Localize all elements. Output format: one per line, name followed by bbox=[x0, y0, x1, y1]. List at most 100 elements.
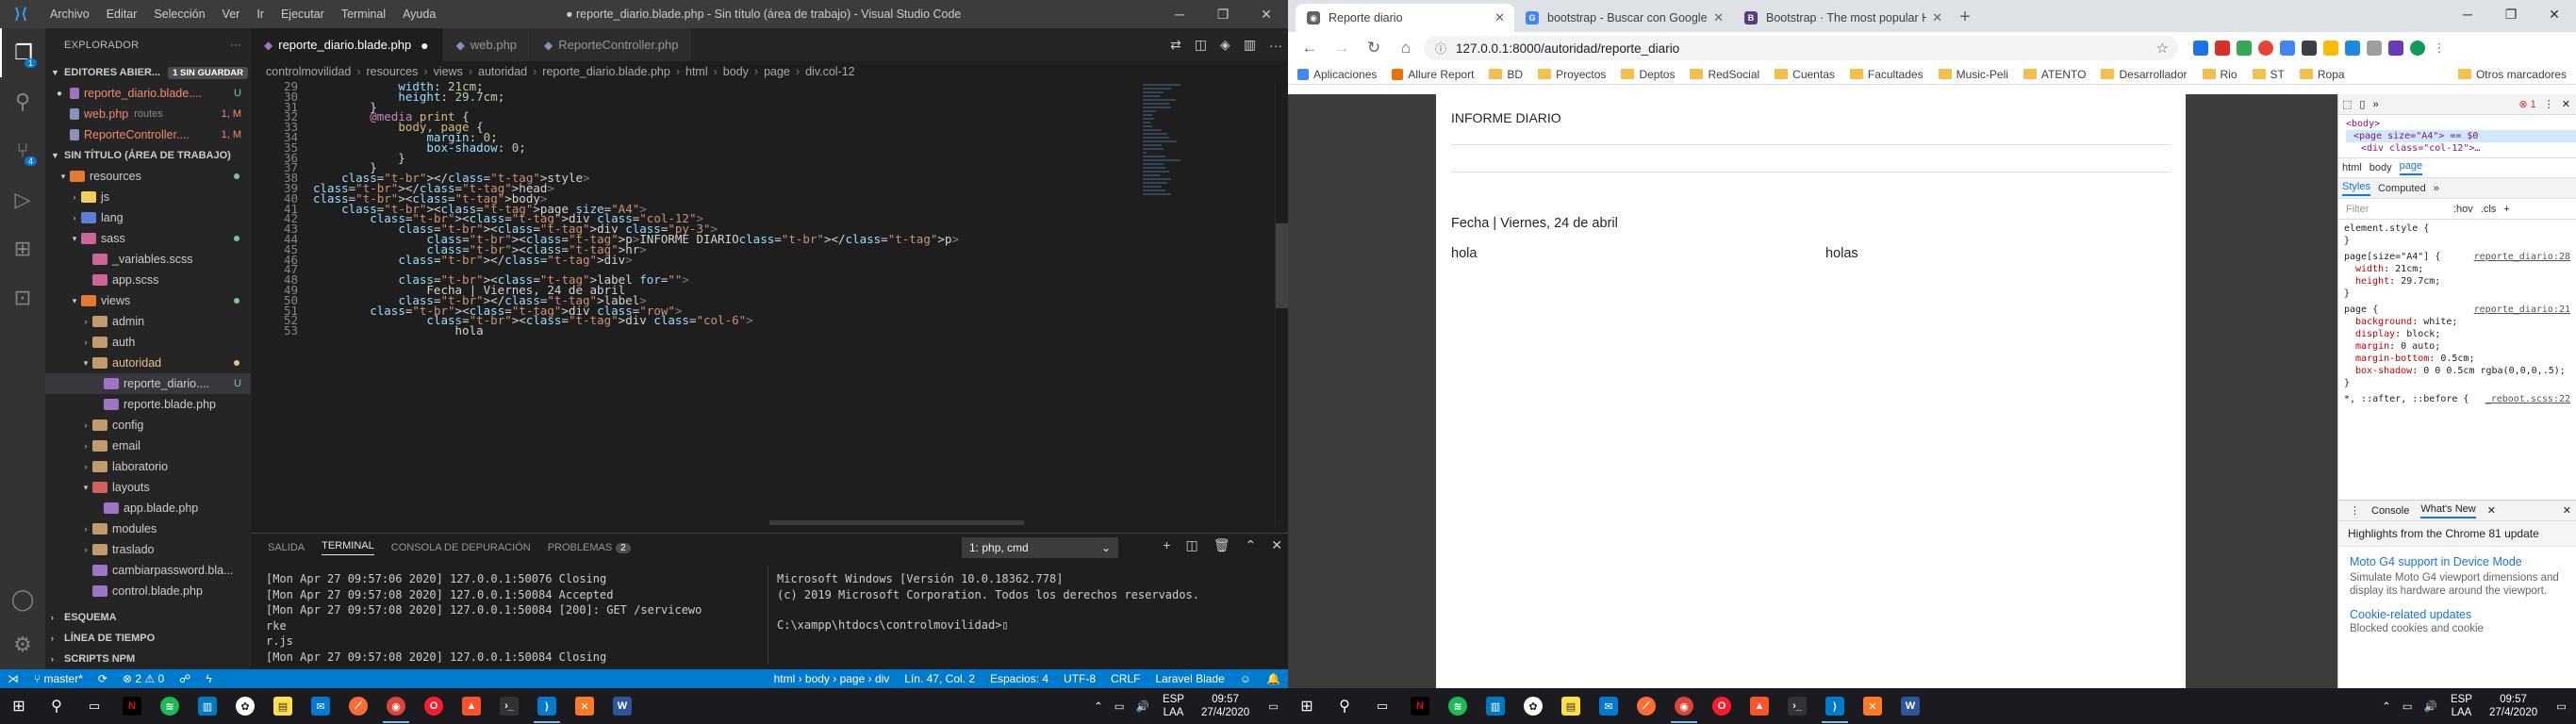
search-icon[interactable]: ⚲ bbox=[0, 77, 45, 126]
extension-icon[interactable] bbox=[2258, 41, 2273, 56]
tab-reportecontroller[interactable]: ◆ ReporteController.php bbox=[531, 28, 693, 61]
word-icon[interactable]: W bbox=[603, 688, 641, 724]
tab-bootstrap[interactable]: BBootstrap · The most popular HTML✕ bbox=[1733, 4, 1952, 32]
bookmark-item[interactable]: Ropa bbox=[2299, 68, 2345, 81]
notifications-icon[interactable]: 🔔 bbox=[1259, 672, 1288, 685]
tree-folder[interactable]: ▾ sass bbox=[45, 228, 251, 249]
minimap[interactable] bbox=[1143, 82, 1209, 525]
bookmark-item[interactable]: Facultades bbox=[1849, 68, 1924, 81]
npm-scripts-section[interactable]: › SCRIPTS NPM bbox=[45, 649, 251, 669]
split-terminal-icon[interactable]: ◫ bbox=[1186, 537, 1198, 553]
chrome-icon[interactable]: ◉ bbox=[1665, 688, 1703, 724]
netflix-icon[interactable]: N bbox=[1401, 688, 1439, 724]
trello-icon[interactable]: ▥ bbox=[189, 688, 226, 724]
back-icon[interactable]: ← bbox=[1296, 34, 1324, 62]
extension-icon[interactable] bbox=[2388, 41, 2403, 56]
clock[interactable]: 09:57 27/4/2020 bbox=[2480, 693, 2547, 719]
more-tabs-icon[interactable]: » bbox=[2372, 99, 2378, 110]
bookmark-item[interactable]: Rio bbox=[2202, 68, 2237, 81]
crumb-body[interactable]: body bbox=[2370, 162, 2392, 173]
extension-icon[interactable] bbox=[2237, 41, 2252, 56]
hov-toggle[interactable]: :hov bbox=[2453, 204, 2473, 215]
search-icon[interactable]: ⚲ bbox=[1326, 688, 1363, 724]
photos-icon[interactable]: ✿ bbox=[1514, 688, 1552, 724]
css-source-link[interactable]: _reboot.scss:22 bbox=[2485, 393, 2570, 405]
terminal-output-left[interactable]: [Mon Apr 27 09:57:06 2020] 127.0.0.1:500… bbox=[266, 571, 718, 665]
crumb-html[interactable]: html bbox=[2342, 162, 2362, 173]
tree-file[interactable]: cambiarpassword.bla... bbox=[45, 560, 251, 581]
more-actions-icon[interactable]: ··· bbox=[230, 40, 241, 51]
css-source-link[interactable]: reporte_diario:28 bbox=[2474, 251, 2570, 263]
css-value[interactable]: 0 auto bbox=[2401, 341, 2435, 352]
extension-icon[interactable] bbox=[2345, 41, 2360, 56]
css-property[interactable]: height bbox=[2355, 276, 2389, 287]
indentation[interactable]: Espacios: 4 bbox=[983, 672, 1056, 685]
tree-folder[interactable]: › traslado bbox=[45, 539, 251, 560]
netflix-icon[interactable]: N bbox=[113, 688, 151, 724]
bookmark-item[interactable]: Proyectos bbox=[1538, 68, 1606, 81]
settings-menu-icon[interactable]: ⋮ bbox=[2544, 98, 2554, 110]
close-panel-icon[interactable]: ✕ bbox=[1271, 537, 1282, 553]
horizontal-scrollbar[interactable] bbox=[769, 520, 1024, 525]
tab-reporte-diario[interactable]: ◉ Reporte diario ✕ bbox=[1296, 4, 1514, 32]
address-bar[interactable]: ⓘ 127.0.0.1:8000/autoridad/reporte_diari… bbox=[1424, 36, 2178, 60]
close-icon[interactable]: ✕ bbox=[1245, 0, 1288, 28]
menu-seleccion[interactable]: Selección bbox=[145, 8, 213, 21]
restore-icon[interactable]: ❐ bbox=[2489, 0, 2533, 28]
tab-problems[interactable]: PROBLEMAS 2 bbox=[548, 542, 631, 553]
menu-ejecutar[interactable]: Ejecutar bbox=[272, 8, 333, 21]
network-icon[interactable]: ▭ bbox=[1109, 699, 1131, 713]
brave-icon[interactable]: ▲ bbox=[453, 688, 490, 724]
reload-icon[interactable]: ↻ bbox=[1360, 34, 1388, 62]
cls-toggle[interactable]: .cls bbox=[2481, 204, 2497, 215]
tab-debug-console[interactable]: CONSOLA DE DEPURACIÓN bbox=[391, 542, 531, 553]
search-icon[interactable]: ⚲ bbox=[38, 688, 75, 724]
terminal-select[interactable]: 1: php, cmd ⌄ bbox=[962, 537, 1118, 558]
code-line[interactable]: class="t-br"></class="t-tag">div> bbox=[313, 253, 632, 267]
menu-terminal[interactable]: Terminal bbox=[333, 8, 394, 21]
css-property[interactable]: box-shadow bbox=[2355, 366, 2412, 376]
tray-up-icon[interactable]: ⌃ bbox=[2376, 699, 2397, 713]
tree-folder[interactable]: ▾ layouts bbox=[45, 477, 251, 498]
extension-icon[interactable] bbox=[2215, 41, 2230, 56]
new-terminal-icon[interactable]: + bbox=[1163, 537, 1170, 553]
css-value[interactable]: 29.7cm bbox=[2401, 276, 2435, 287]
windows-start-icon[interactable]: ⊞ bbox=[1288, 688, 1326, 724]
tab-console[interactable]: Console bbox=[2371, 505, 2409, 517]
end-of-line[interactable]: CRLF bbox=[1103, 672, 1148, 685]
css-property[interactable]: width bbox=[2355, 264, 2384, 274]
menu-ver[interactable]: Ver bbox=[214, 8, 249, 21]
terminal-output-right[interactable]: Microsoft Windows [Versión 10.0.18362.77… bbox=[777, 571, 1267, 634]
menu-ir[interactable]: Ir bbox=[248, 8, 272, 21]
tab-salida[interactable]: SALIDA bbox=[268, 542, 305, 553]
input-language[interactable]: ESP LAA bbox=[2443, 693, 2480, 719]
dom-node[interactable]: <div class="col-12">… bbox=[2346, 142, 2576, 155]
menu-editar[interactable]: Editar bbox=[98, 8, 146, 21]
maximize-panel-icon[interactable]: ⌃ bbox=[1246, 537, 1257, 553]
new-rule-icon[interactable]: + bbox=[2503, 204, 2509, 215]
remote-explorer-icon[interactable]: ⊡ bbox=[0, 273, 45, 322]
xampp-icon[interactable]: ✕ bbox=[1854, 688, 1891, 724]
breadcrumb-item[interactable]: autoridad bbox=[478, 65, 527, 78]
tree-file[interactable]: app.blade.php bbox=[45, 498, 251, 518]
bookmark-item[interactable]: ST bbox=[2252, 68, 2285, 81]
close-devtools-icon[interactable]: ✕ bbox=[2562, 98, 2570, 110]
postman-icon[interactable]: ⟋ bbox=[1627, 688, 1665, 724]
breadcrumb-item[interactable]: resources bbox=[367, 65, 419, 78]
lightning-icon[interactable]: ϟ bbox=[198, 672, 219, 685]
extension-icon[interactable] bbox=[2323, 41, 2338, 56]
branch-status[interactable]: ⑂ master* bbox=[26, 672, 91, 685]
task-view-icon[interactable]: ▭ bbox=[75, 688, 113, 724]
mail-icon[interactable]: ✉ bbox=[1590, 688, 1627, 724]
bookmark-item[interactable]: Aplicaciones bbox=[1297, 68, 1377, 81]
css-value[interactable]: 0.5cm bbox=[2440, 354, 2469, 364]
bookmark-item[interactable]: Cuentas bbox=[1775, 68, 1835, 81]
css-rule[interactable]: page {reporte_diario:21 background: white… bbox=[2344, 304, 2576, 389]
drawer-menu-icon[interactable]: ⋮ bbox=[2350, 504, 2360, 517]
breadcrumb-item[interactable]: body bbox=[723, 65, 749, 78]
tab-reporte-diario[interactable]: ◆ reporte_diario.blade.php ● bbox=[251, 28, 443, 61]
open-preview-icon[interactable]: ◈ bbox=[1220, 37, 1230, 53]
open-editor-item[interactable]: web.php routes 1, M bbox=[45, 104, 251, 124]
breadcrumb-item[interactable]: div.col-12 bbox=[805, 65, 855, 78]
home-icon[interactable]: ⌂ bbox=[1392, 34, 1420, 62]
